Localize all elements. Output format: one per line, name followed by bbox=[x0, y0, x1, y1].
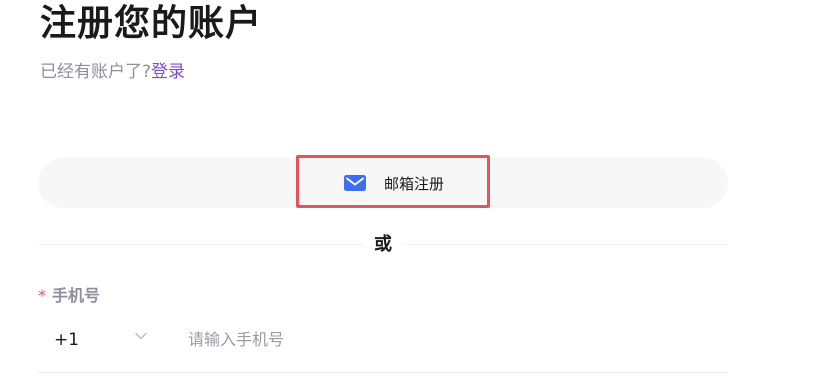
login-link[interactable]: 登录 bbox=[151, 62, 185, 82]
signup-page: 注册您的账户 已经有账户了?登录 邮箱注册 或 * 手机号 +1 bbox=[0, 0, 820, 385]
or-text: 或 bbox=[364, 230, 402, 260]
email-signup-highlight-frame bbox=[296, 155, 490, 208]
chevron-down-icon[interactable] bbox=[134, 328, 148, 342]
have-account-text: 已经有账户了? bbox=[40, 62, 152, 82]
phone-label-text: 手机号 bbox=[52, 286, 101, 305]
or-divider: 或 bbox=[38, 230, 728, 260]
phone-input-row: +1 bbox=[38, 320, 728, 360]
phone-field-underline bbox=[38, 372, 728, 373]
login-prompt: 已经有账户了?登录 bbox=[40, 60, 185, 84]
country-code-select[interactable]: +1 bbox=[54, 328, 79, 352]
phone-field-label: * 手机号 bbox=[38, 284, 100, 308]
required-mark: * bbox=[38, 286, 46, 305]
page-title: 注册您的账户 bbox=[40, 3, 263, 44]
phone-number-input[interactable] bbox=[184, 324, 712, 354]
